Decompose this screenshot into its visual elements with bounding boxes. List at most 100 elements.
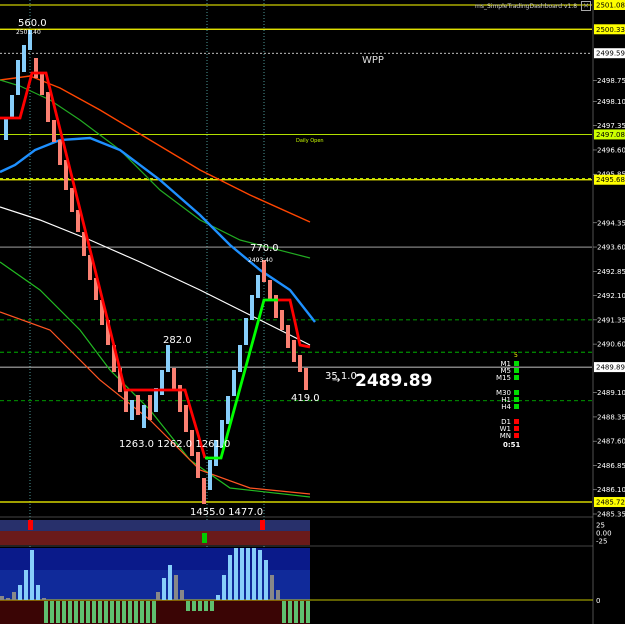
osc1-signal-red <box>260 520 265 530</box>
histogram-bar <box>252 548 256 600</box>
candle <box>238 345 242 372</box>
histogram-bar <box>222 575 226 600</box>
axis-tick-label: 2496.60 <box>597 146 625 154</box>
histogram-bar-neg <box>92 601 96 623</box>
axis-tick-label: 2491.35 <box>597 316 625 324</box>
candle <box>250 295 254 320</box>
histogram-bar <box>30 550 34 600</box>
axis-tick-label: 2490.60 <box>597 341 625 349</box>
dashboard-status-square <box>514 375 519 380</box>
price-tag-label: 2501.08 <box>596 2 625 10</box>
histogram-bar <box>246 548 250 600</box>
osc1-axis-label: -25 <box>596 538 607 546</box>
low-cluster-label: 1263.0 1262.0 1261.0 <box>119 439 230 450</box>
histogram-bar <box>228 555 232 600</box>
top-price-label: 2501.40 <box>16 29 41 36</box>
axis-tick-label: 2486.10 <box>597 486 625 494</box>
candle <box>4 118 8 140</box>
dashboard-status-square <box>514 404 519 409</box>
histogram-bar <box>258 550 262 600</box>
candle <box>196 452 200 478</box>
candle <box>292 340 296 362</box>
histogram-bar <box>162 578 166 600</box>
histogram-bar-neg <box>122 601 126 623</box>
candle <box>166 345 170 372</box>
candle <box>154 388 158 412</box>
osc1-axis-label: 25 <box>596 522 605 530</box>
histogram-bar <box>42 598 46 600</box>
price-tag-label: 2495.68 <box>596 176 625 184</box>
histogram-bar-neg <box>300 601 304 623</box>
candle <box>280 310 284 330</box>
axis-tick-label: 2485.35 <box>597 511 625 519</box>
histogram-bar <box>180 590 184 600</box>
histogram-bar-neg <box>98 601 102 623</box>
candle <box>52 120 56 142</box>
candle <box>274 295 278 318</box>
dashboard-timer: 0:51 <box>503 441 521 449</box>
trend-line-down <box>0 71 207 459</box>
axis-tick-label: 2498.10 <box>597 98 625 106</box>
candle <box>10 95 14 118</box>
dashboard-status-square <box>514 390 519 395</box>
candle <box>268 280 272 300</box>
histogram-bar <box>168 565 172 600</box>
oscillators <box>0 516 593 624</box>
dashboard-title: ms_SimpleTradingDashboard v1.8 <box>475 3 578 10</box>
osc1-band-bottom <box>0 531 310 545</box>
peak2-volume-label: 770.0 <box>250 243 279 254</box>
bottom-cluster-label: 1455.0 1477.0 <box>190 507 263 518</box>
histogram-bar-neg <box>80 601 84 623</box>
candle <box>130 400 134 420</box>
mid-volume-label: 282.0 <box>163 335 192 346</box>
wpp-label: WPP <box>362 55 384 66</box>
dashboard-top-digit: 5 <box>514 352 518 359</box>
osc1-axis-label: 0.00 <box>596 530 612 538</box>
dashboard-status-square <box>514 361 519 366</box>
price-tag-label: 2497.08 <box>596 131 625 139</box>
candle <box>40 72 44 95</box>
histogram-bar <box>18 585 22 600</box>
histogram-bar <box>24 570 28 600</box>
candle <box>298 355 302 372</box>
arrow-icon: → <box>332 375 340 386</box>
trading-chart[interactable]: 2498.75 2498.10 2497.35 2496.60 2495.85 2494.… <box>0 0 625 624</box>
dashboard-row-label: MN <box>500 432 511 440</box>
histogram-bar-neg <box>294 601 298 623</box>
histogram-bar <box>276 590 280 600</box>
histogram-bar <box>270 575 274 600</box>
axis-tick-label: 2498.75 <box>597 77 625 85</box>
candle <box>202 478 206 504</box>
dashboard-status-square <box>514 433 519 438</box>
candle <box>142 405 146 428</box>
candle <box>256 275 260 298</box>
axis-tick-label: 2493.60 <box>597 244 625 252</box>
candle <box>76 210 80 232</box>
axis-tick-label: 2492.10 <box>597 292 625 300</box>
peak2-price-label: 2493.40 <box>248 257 273 264</box>
histogram-bar-neg <box>74 601 78 623</box>
axis-tick-label: 2492.85 <box>597 268 625 276</box>
axis-tick-label: 2486.85 <box>597 462 625 470</box>
histogram-bar-neg <box>134 601 138 623</box>
candles <box>4 30 308 504</box>
dashboard-status-square <box>514 419 519 424</box>
axis-tick-label: 2497.35 <box>597 122 625 130</box>
histogram-bar <box>0 596 4 600</box>
last-volume-label: 419.0 <box>291 393 320 404</box>
histogram-bar-neg <box>210 601 214 611</box>
candle <box>232 370 236 396</box>
candle <box>58 140 62 165</box>
histogram-bar <box>264 560 268 600</box>
candle <box>304 368 308 390</box>
histogram-bar <box>216 595 220 600</box>
histogram-bar <box>234 548 238 600</box>
chart-canvas[interactable]: 2498.752498.102497.352496.602495.852494.… <box>0 0 625 624</box>
histogram-bar-neg <box>186 601 190 611</box>
price-tag-label: 2485.72 <box>596 499 625 507</box>
candle <box>184 405 188 432</box>
close-icon[interactable]: ✕ <box>581 1 591 11</box>
axis-tick-label: 2489.10 <box>597 389 625 397</box>
histogram-bar <box>240 548 244 600</box>
histogram-bar-neg <box>62 601 66 623</box>
